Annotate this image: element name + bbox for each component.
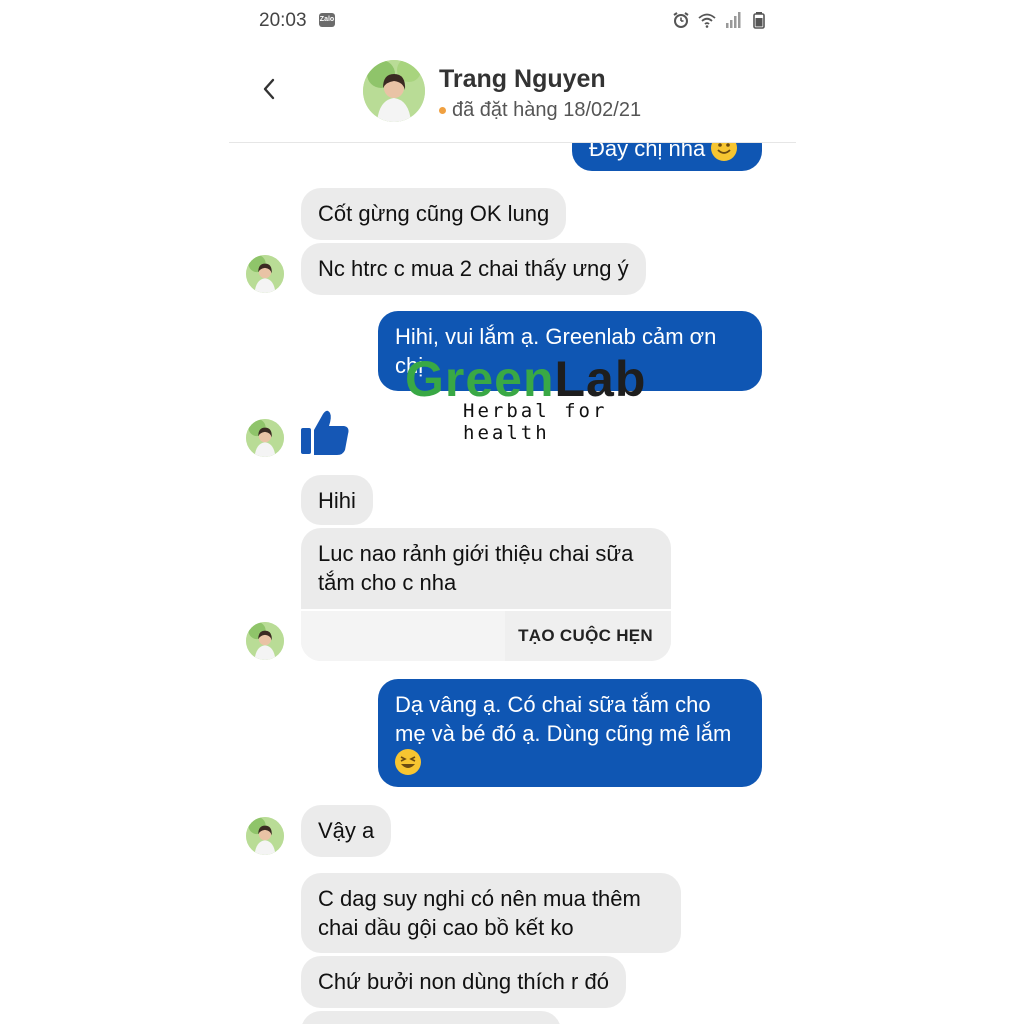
- zalo-app-icon: Zalo: [319, 13, 335, 27]
- message-list[interactable]: Đây chị nha Cốt gừng cũng OK lung Nc htr…: [229, 142, 796, 1024]
- outgoing-message[interactable]: Đây chị nha: [572, 142, 762, 171]
- logo-tagline: Herbal for health: [463, 400, 608, 444]
- chevron-left-icon: [263, 78, 275, 100]
- alarm-icon: [672, 11, 690, 29]
- chat-header: Trang Nguyen đã đặt hàng 18/02/21: [229, 50, 796, 143]
- create-appointment-button[interactable]: TẠO CUỘC HẸN: [518, 626, 653, 646]
- card-action-row: TẠO CUỘC HẸN: [301, 609, 671, 661]
- sender-avatar[interactable]: [246, 255, 284, 293]
- message-text: Cốt gừng cũng OK lung: [318, 201, 550, 226]
- message-text: Luc nao rảnh giới thiệu chai sữa tắm cho…: [318, 541, 634, 595]
- outgoing-message[interactable]: Dạ vâng ạ. Có chai sữa tắm cho mẹ và bé …: [378, 679, 762, 787]
- status-time: 20:03: [259, 10, 307, 31]
- message-text: Vậy a: [318, 818, 375, 843]
- status-icons: [672, 11, 768, 29]
- wifi-icon: [698, 11, 716, 29]
- contact-status-text: đã đặt hàng 18/02/21: [452, 99, 642, 121]
- message-text: C dag suy nghi có nên mua thêm chai dầu …: [318, 886, 641, 940]
- message-text: Nc htrc c mua 2 chai thấy ưng ý: [318, 256, 629, 281]
- signal-icon: [724, 11, 742, 29]
- incoming-message[interactable]: Nc htrc c mua 2 chai thấy ưng ý: [301, 243, 646, 295]
- contact-name[interactable]: Trang Nguyen: [439, 65, 606, 94]
- status-dot-icon: [439, 107, 446, 114]
- message-text: Chứ bưởi non dùng thích r đó: [318, 969, 609, 994]
- message-text: Hihi: [318, 488, 356, 513]
- incoming-message-card[interactable]: Luc nao rảnh giới thiệu chai sữa tắm cho…: [301, 528, 671, 661]
- incoming-message[interactable]: Hihi: [301, 475, 373, 525]
- chat-screen: 20:03 Zalo Trang Nguyen đã đặt hàng 18/0…: [229, 0, 796, 1024]
- incoming-message[interactable]: C dag suy nghi có nên mua thêm chai dầu …: [301, 873, 681, 953]
- sender-avatar[interactable]: [246, 419, 284, 457]
- thumbs-up-sticker-icon[interactable]: [299, 406, 353, 460]
- smile-emoji-icon: [711, 142, 738, 161]
- laughing-emoji-icon: [395, 749, 421, 775]
- incoming-message[interactable]: Cốt gừng cũng OK lung: [301, 188, 567, 240]
- back-button[interactable]: [255, 74, 285, 104]
- message-text: Dạ vâng ạ. Có chai sữa tắm cho mẹ và bé …: [395, 692, 732, 746]
- incoming-message[interactable]: Vậy a: [301, 805, 392, 857]
- incoming-message[interactable]: [301, 1011, 561, 1024]
- status-bar: 20:03 Zalo: [229, 0, 796, 44]
- greenlab-logo: GreenLab Herbal for health: [405, 350, 695, 444]
- battery-icon: [750, 11, 768, 29]
- contact-avatar[interactable]: [363, 60, 425, 122]
- sender-avatar[interactable]: [246, 622, 284, 660]
- sender-avatar[interactable]: [246, 817, 284, 855]
- incoming-message[interactable]: Chứ bưởi non dùng thích r đó: [301, 956, 626, 1008]
- contact-status: đã đặt hàng 18/02/21: [439, 99, 641, 122]
- message-text: Đây chị nha: [589, 142, 706, 161]
